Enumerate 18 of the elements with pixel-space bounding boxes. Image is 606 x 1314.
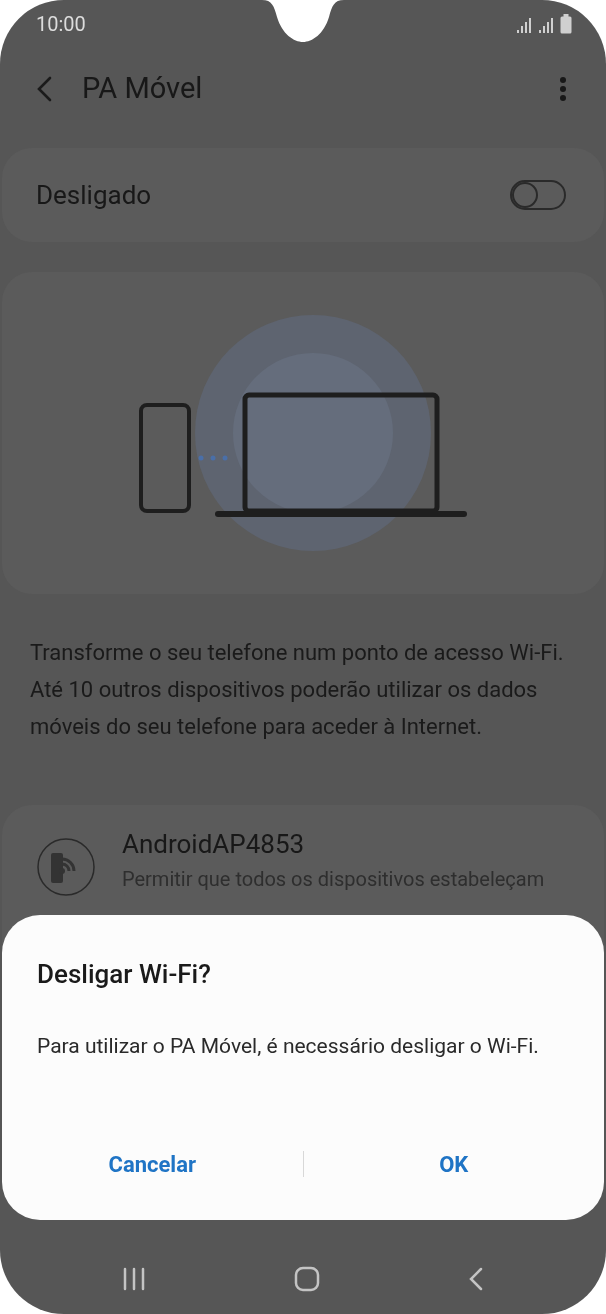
description-text: Transforme o seu telefone num ponto de acesso Wi-Fi. Até 10 outros dispositivos poderão utilizar os dados móveis do seu telefone para aceder à Internet.: [29, 639, 565, 741]
dialog-title: Desligar Wi-Fi?: [36, 958, 212, 991]
network-name: AndroidAP4853: [122, 828, 306, 861]
home-icon[interactable]: [294, 1266, 320, 1292]
more-options-button[interactable]: [558, 75, 568, 103]
recent-apps-icon[interactable]: [122, 1267, 146, 1291]
switch-label: Desligado: [36, 178, 152, 212]
dialog-button[interactable]: OK: [303, 1145, 604, 1183]
back-icon[interactable]: [468, 1267, 484, 1291]
status-time: 10:00: [36, 11, 86, 38]
signal-icon: [516, 16, 534, 34]
dialog-message: Para utilizar o PA Móvel, é necessário desligar o Wi-Fi.: [36, 1033, 540, 1060]
screen-title: PA Móvel: [82, 70, 203, 108]
dialog-button[interactable]: Cancelar: [2, 1145, 303, 1183]
battery-icon: [560, 14, 572, 34]
signal-icon: [538, 16, 556, 34]
toggle-switch[interactable]: [510, 180, 566, 210]
hotspot-icon: [36, 837, 96, 897]
